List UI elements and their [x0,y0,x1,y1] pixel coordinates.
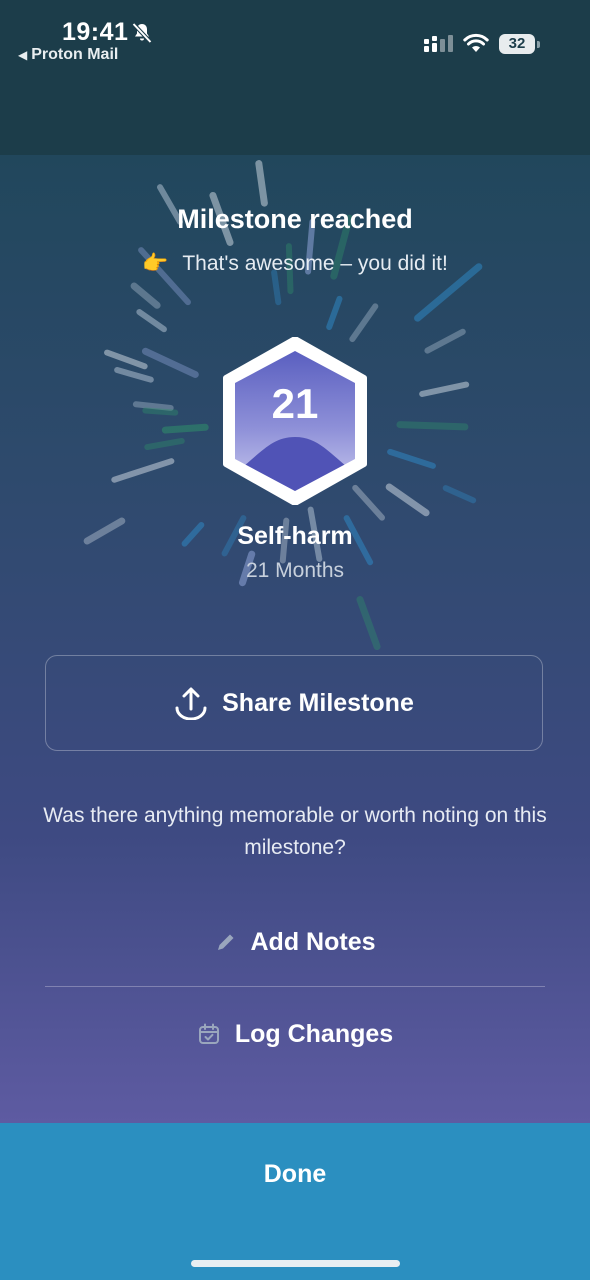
log-changes-label: Log Changes [234,1019,394,1048]
back-app-label: Proton Mail [31,46,119,63]
burst-streak [356,596,381,651]
subtitle: 👉 That's awesome – you did it! [0,252,590,276]
status-bar: 19:41 ◀ Proton Mail 32 [0,0,590,155]
burst-streak [111,458,175,483]
burst-streak [349,303,379,343]
calendar-check-icon [198,1023,219,1044]
burst-streak [271,269,282,306]
back-to-app-link[interactable]: ◀ Proton Mail [18,46,118,64]
badge-number: 21 [271,380,319,427]
back-arrow-icon: ◀ [18,48,28,62]
burst-streak [136,309,167,333]
done-label: Done [263,1160,327,1188]
burst-streak [141,347,199,379]
divider [45,986,545,987]
milestone-duration: 21 Months [245,559,345,582]
burst-streak [419,381,470,397]
burst-streak [144,437,185,451]
burst-streak [396,421,469,431]
share-milestone-label: Share Milestone [222,688,414,717]
burst-streak [142,407,179,416]
log-changes-button[interactable]: Log Changes [45,1004,545,1064]
share-upload-icon [175,687,207,720]
burst-streak [442,485,477,504]
pencil-icon [217,934,233,950]
pointing-hand-icon: 👉 [142,252,169,275]
add-notes-label: Add Notes [250,927,376,956]
bell-slash-icon [132,22,152,44]
burst-streak [161,423,209,434]
battery-level: 32 [499,34,535,54]
burst-streak [114,367,154,383]
burst-streak [326,295,343,331]
burst-streak [255,160,268,207]
burst-streak [104,349,148,370]
battery-icon: 32 [499,34,541,54]
battery-tip [537,41,540,48]
burst-streak [387,448,436,469]
done-button[interactable] [0,1123,590,1280]
page-title: Milestone reached [177,204,413,234]
wifi-icon [463,33,489,52]
burst-streak [424,328,466,354]
share-milestone-button[interactable]: Share Milestone [45,655,543,751]
burst-streak [385,483,430,517]
add-notes-button[interactable]: Add Notes [45,912,545,972]
habit-name: Self-harm [237,522,353,550]
notes-prompt: Was there anything memorable or worth no… [43,804,547,859]
home-indicator[interactable] [191,1260,400,1267]
signal-icon [424,35,453,52]
burst-streak [132,401,174,411]
subtitle-text: That's awesome – you did it! [182,252,448,275]
burst-streak [130,282,161,309]
clock: 19:41 [62,18,129,46]
